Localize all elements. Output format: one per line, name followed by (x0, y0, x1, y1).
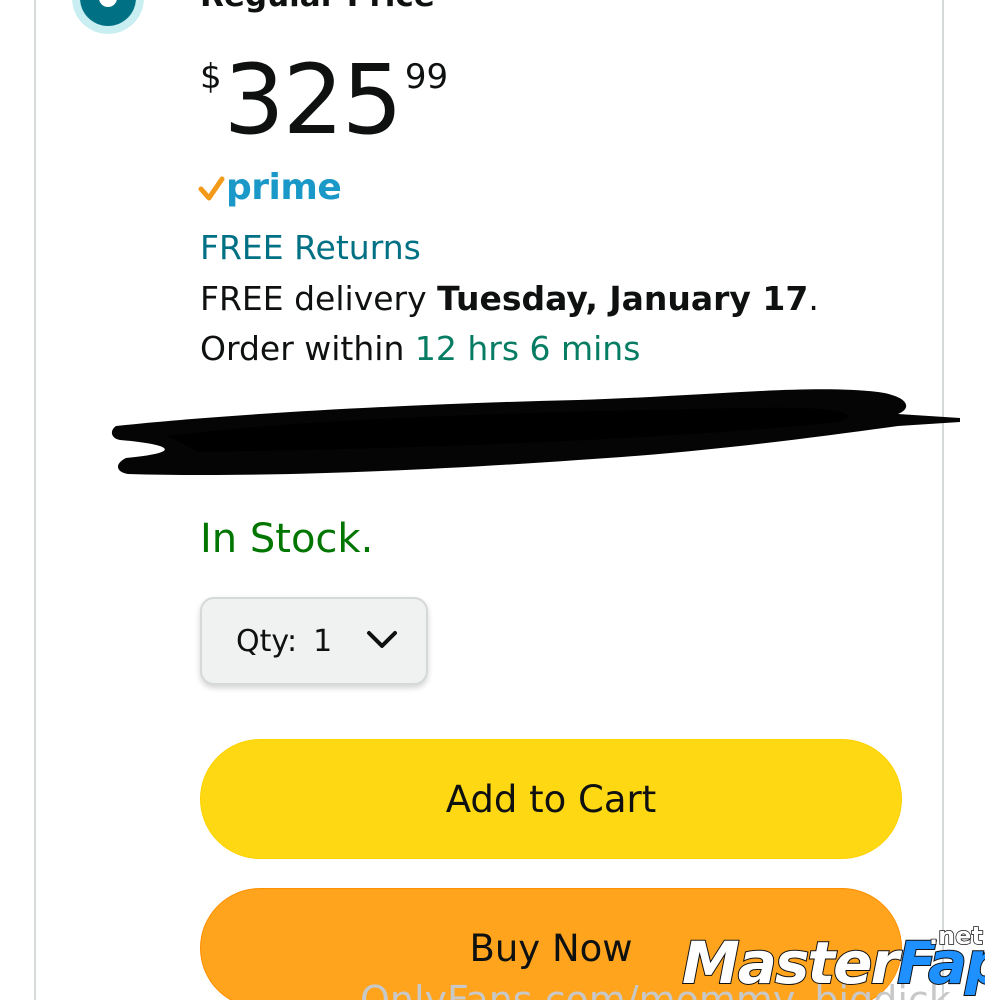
quantity-value: 1 (313, 623, 333, 659)
price-whole: 325 (223, 44, 403, 156)
prime-label: prime (226, 167, 342, 208)
price: $ 325 99 (200, 52, 448, 148)
redaction-scribble (111, 389, 960, 476)
order-within: Order within 12 hrs 6 mins (200, 329, 640, 369)
quantity-label: Qty: (236, 623, 298, 659)
price-fraction: 99 (404, 57, 449, 97)
delivery-suffix: . (808, 279, 819, 318)
delivery-date: Tuesday, January 17 (437, 279, 809, 318)
product-buy-box-page: Regular Price $ 325 99 prime FREE Return… (0, 0, 985, 1000)
quantity-dropdown[interactable]: Qty: 1 (200, 597, 428, 685)
order-countdown: 12 hrs 6 mins (414, 329, 641, 368)
order-within-prefix: Order within (200, 329, 415, 368)
watermark-tld: .net (928, 922, 983, 950)
stock-status: In Stock. (200, 516, 374, 562)
watermark-main-word: Master (681, 929, 900, 997)
radio-ring (80, 0, 136, 26)
add-to-cart-button[interactable]: Add to Cart (200, 739, 902, 859)
prime-badge: prime (198, 167, 342, 208)
delivery-prefix: FREE delivery (200, 279, 438, 318)
watermark: MasterFap .net (681, 922, 985, 1000)
delivery-info: FREE delivery Tuesday, January 17. (200, 279, 819, 319)
price-option-label[interactable]: Regular Price (200, 0, 435, 14)
radio-dot (99, 0, 117, 7)
free-returns-link[interactable]: FREE Returns (200, 228, 421, 268)
chevron-down-icon (367, 631, 397, 648)
price-currency-symbol: $ (200, 57, 222, 97)
check-icon (198, 176, 225, 201)
